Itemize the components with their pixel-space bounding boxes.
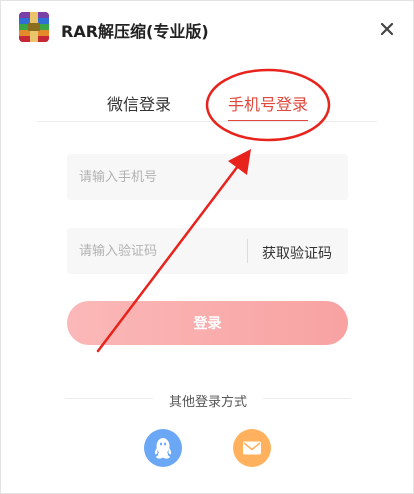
other-login-label: 其他登录方式: [168, 395, 247, 410]
title-bar: RAR解压缩(专业版): [1, 1, 413, 57]
get-code-button[interactable]: 获取验证码: [262, 243, 332, 263]
phone-input[interactable]: [67, 154, 337, 200]
tab-divider: [37, 121, 377, 122]
winrar-books-icon: [19, 12, 49, 42]
qq-login-button[interactable]: [144, 429, 182, 467]
phone-field: [67, 154, 348, 200]
divider-left: [65, 398, 153, 399]
verification-code-input[interactable]: [67, 228, 242, 274]
close-button[interactable]: [375, 17, 399, 41]
close-icon: [380, 22, 394, 36]
email-login-button[interactable]: [233, 429, 271, 467]
divider-right: [263, 398, 351, 399]
window-title: RAR解压缩(专业版): [61, 22, 209, 41]
email-envelope-icon: [243, 441, 261, 455]
tab-phone-login[interactable]: 手机号登录: [228, 91, 308, 115]
qq-penguin-icon: [154, 438, 172, 459]
tab-wechat-login[interactable]: 微信登录: [107, 91, 171, 115]
field-separator: [247, 239, 248, 263]
login-button[interactable]: 登录: [67, 301, 348, 345]
verification-code-field: 获取验证码: [67, 228, 348, 274]
login-window: RAR解压缩(专业版) 微信登录 手机号登录 获取验证码 登录 其他登录方式: [0, 0, 414, 494]
